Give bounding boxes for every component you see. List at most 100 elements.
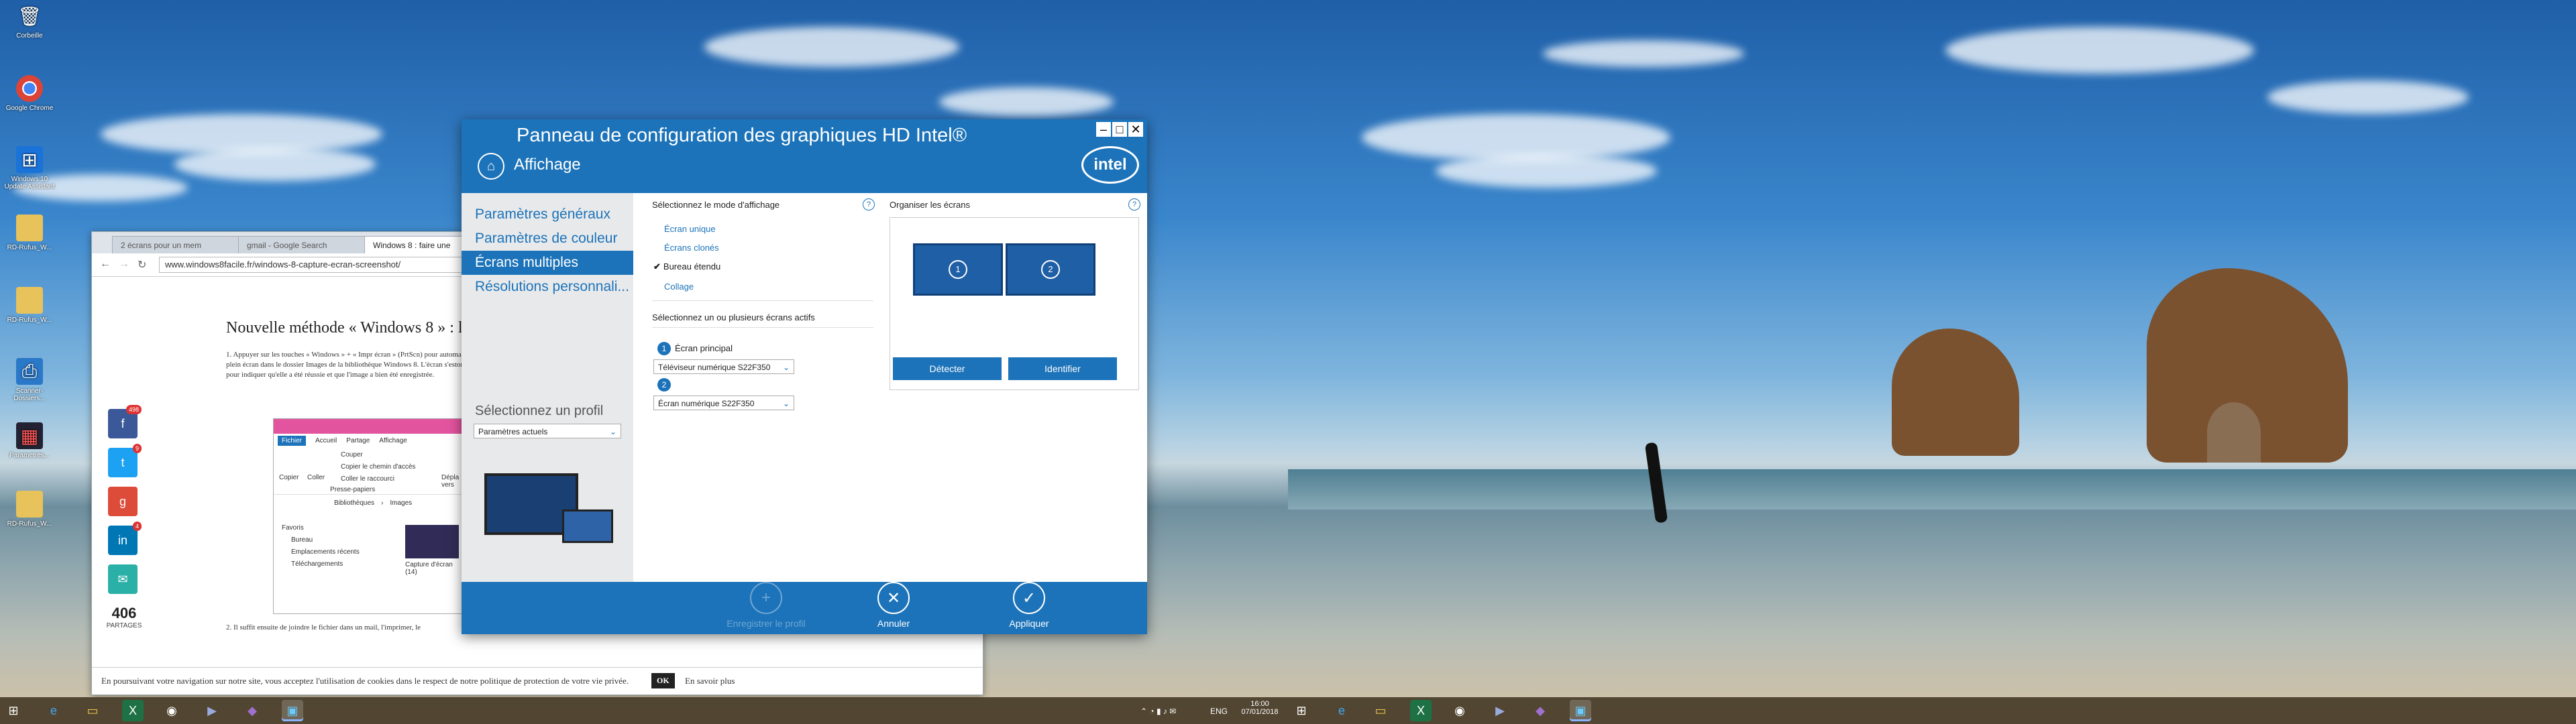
share-linkedin-button[interactable]: in 4 [108,522,142,555]
window-title: Panneau de configuration des graphiques … [517,125,967,146]
tray-icons[interactable]: ⌃ ◔ ▮ ♪ ✉ [1140,707,1176,716]
file-explorer-icon[interactable]: ▭ [82,700,103,721]
arrange-title: Organiser les écrans [890,200,970,210]
display-1-badge: 1 [657,342,671,355]
intel-graphics-window: Panneau de configuration des graphiques … [462,119,1147,634]
file-explorer-icon[interactable]: ▭ [1370,700,1391,721]
arch-opening [2207,402,2261,463]
mode-extended[interactable]: ✔ Bureau étendu [653,261,720,272]
share-twitter-button[interactable]: t9 [108,444,142,477]
maximize-button[interactable]: □ [1112,122,1127,137]
profile-label: Sélectionnez un profil [475,404,604,418]
save-profile-button[interactable]: + Enregistrer le profil [726,582,806,629]
divider [652,300,873,301]
excel-icon[interactable]: X [1410,700,1432,721]
check-icon: ✔ [653,261,661,272]
app-icon: ▦ [16,422,43,449]
windows-icon: ⊞ [16,146,43,173]
cloud [704,27,959,67]
active-displays-title: Sélectionnez un ou plusieurs écrans acti… [652,312,815,322]
check-icon: ✓ [1013,582,1045,614]
desktop-icon-windows-update[interactable]: ⊞ Windows 10 Update Assistant [3,146,56,190]
help-icon[interactable]: ? [1128,198,1140,210]
close-button[interactable]: ✕ [1128,122,1143,137]
taskbar-left: ⊞ e ▭ X ◉ ▶ ◆ ▣ ⌃ ◔ ▮ ♪ ✉ ENG 16:00 07/0… [0,697,1288,724]
explorer-screenshot: Fichier Accueil Partage Affichage Copier… [273,418,476,614]
desktop-icon-recycle-bin[interactable]: 🗑 Corbeille [3,3,56,40]
scanner-icon: ⎙ [16,358,43,385]
media-icon[interactable]: ▶ [201,700,223,721]
language-indicator[interactable]: ENG [1210,707,1228,716]
forward-icon[interactable]: → [119,258,129,270]
sidebar-item-color[interactable]: Paramètres de couleur [462,227,633,251]
detect-button[interactable]: Détecter [893,357,1002,380]
mode-collage[interactable]: Collage [664,282,694,292]
intel-graphics-taskbar-icon[interactable]: ▣ [282,700,303,721]
chrome-icon[interactable]: ◉ [1449,700,1470,721]
mode-clone[interactable]: Écrans clonés [664,243,719,253]
display-1-select[interactable]: Téléviseur numérique S22F350 ⌄ [653,359,794,374]
sidebar: Paramètres généraux Paramètres de couleu… [462,193,633,582]
screen-2-tile[interactable]: 2 [1006,243,1095,296]
chrome-icon[interactable]: ◉ [161,700,182,721]
footer-bar: + Enregistrer le profil ✕ Annuler ✓ Appl… [462,582,1147,634]
mode-single[interactable]: Écran unique [664,224,716,234]
cloud [1543,40,1744,67]
share-email-button[interactable]: ✉ [108,564,138,594]
cloud [174,147,376,181]
browser-tab[interactable]: 2 écrans pour un mem [112,236,242,254]
arrange-area: 1 2 Détecter Identifier [890,217,1139,390]
home-icon[interactable]: ⌂ [478,153,504,180]
screen-1-tile[interactable]: 1 [913,243,1003,296]
sidebar-item-general[interactable]: Paramètres généraux [462,202,633,227]
desktop-icon-folder[interactable]: RD-Rufus_W... [3,215,56,251]
cookie-more-link[interactable]: En savoir plus [685,676,735,686]
plus-icon: + [750,582,782,614]
recycle-bin-icon: 🗑 [17,5,42,27]
internet-explorer-icon[interactable]: e [43,700,64,721]
folder-icon [16,287,43,314]
internet-explorer-icon[interactable]: e [1331,700,1352,721]
folder-icon [16,215,43,241]
intel-graphics-taskbar-icon[interactable]: ▣ [1570,700,1591,721]
desktop-icon-chrome[interactable]: Google Chrome [3,75,56,112]
profile-select[interactable]: Paramètres actuels ⌄ [474,424,621,438]
browser-tab[interactable]: gmail - Google Search [238,236,368,254]
sidebar-item-custom-resolutions[interactable]: Résolutions personnali... [462,275,633,299]
minimize-button[interactable]: – [1096,122,1111,137]
display-2-badge: 2 [657,378,671,391]
excel-icon[interactable]: X [122,700,144,721]
identify-button[interactable]: Identifier [1008,357,1117,380]
start-button[interactable]: ⊞ [1291,700,1312,721]
article-title: Nouvelle méthode « Windows 8 » : la p [226,319,482,337]
cookie-ok-button[interactable]: OK [651,673,675,688]
desktop-icon-folder[interactable]: RD-Rufus_W... [3,491,56,528]
start-button[interactable]: ⊞ [3,700,24,721]
cloud [2267,80,2469,114]
desktop-icon-scanner[interactable]: ⎙ Scanner-Dossiers... [3,358,56,402]
desktop-icon-folder[interactable]: RD-Rufus_W... [3,287,56,324]
cancel-button[interactable]: ✕ Annuler [853,582,934,629]
sidebar-item-multiple-displays[interactable]: Écrans multiples [462,251,633,275]
apply-button[interactable]: ✓ Appliquer [989,582,1069,629]
clock[interactable]: 16:00 07/01/2018 [1240,700,1280,716]
chevron-down-icon: ⌄ [782,363,790,372]
intel-logo: intel [1081,146,1139,184]
visual-studio-icon[interactable]: ◆ [241,700,263,721]
mode-title: Sélectionnez le mode d'affichage [652,200,780,210]
chrome-icon [16,75,43,102]
help-icon[interactable]: ? [863,198,875,210]
media-icon[interactable]: ▶ [1489,700,1511,721]
reload-icon[interactable]: ↻ [138,258,146,272]
sea [1288,469,2576,509]
share-facebook-button[interactable]: f 498 [108,405,142,438]
cloud [1436,154,1657,188]
laptop-illustration [562,509,613,543]
visual-studio-icon[interactable]: ◆ [1529,700,1551,721]
section-title: Affichage [514,156,581,174]
back-icon[interactable]: ← [100,258,111,270]
desktop-icon-app[interactable]: ▦ Parametres... [3,422,56,459]
share-google-button[interactable]: g [108,487,138,516]
display-2-select[interactable]: Écran numérique S22F350 ⌄ [653,396,794,410]
chevron-down-icon: ⌄ [609,427,616,436]
